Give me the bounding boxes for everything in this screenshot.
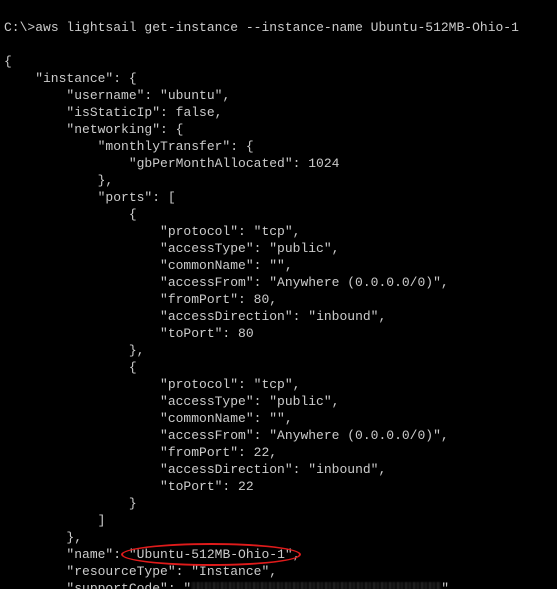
json-line: "accessDirection": "inbound",: [4, 309, 386, 324]
json-line: },: [4, 530, 82, 545]
value-gb-allocated: 1024: [308, 156, 339, 171]
json-line: "gbPerMonthAllocated": 1024: [4, 156, 339, 171]
json-line: "fromPort": 22,: [4, 445, 277, 460]
json-line: "protocol": "tcp",: [4, 377, 300, 392]
terminal-output: C:\>aws lightsail get-instance --instanc…: [0, 0, 557, 589]
value-isStaticIp: false: [176, 105, 215, 120]
value-port1-protocol: tcp: [261, 377, 284, 392]
json-line: "username": "ubuntu",: [4, 88, 230, 103]
value-port0-fromPort: 80: [254, 292, 270, 307]
json-line: "protocol": "tcp",: [4, 224, 300, 239]
json-line: "name": "Ubuntu-512MB-Ohio-1",: [4, 547, 301, 562]
json-line: "accessFrom": "Anywhere (0.0.0.0/0)",: [4, 275, 449, 290]
command-text: aws lightsail get-instance --instance-na…: [35, 20, 519, 35]
value-port1-toPort: 22: [238, 479, 254, 494]
json-line: "instance": {: [4, 71, 137, 86]
prompt: C:\>: [4, 20, 35, 35]
value-port1-accessDirection: inbound: [316, 462, 371, 477]
value-resourceType: Instance: [199, 564, 261, 579]
value-username: ubuntu: [168, 88, 215, 103]
json-line: "isStaticIp": false,: [4, 105, 222, 120]
value-instance-name: Ubuntu-512MB-Ohio-1: [137, 547, 285, 562]
json-line: "accessType": "public",: [4, 241, 339, 256]
value-port0-protocol: tcp: [261, 224, 284, 239]
json-line: "commonName": "",: [4, 411, 293, 426]
highlighted-name: "Ubuntu-512MB-Ohio-1": [129, 546, 293, 563]
json-line: "accessDirection": "inbound",: [4, 462, 386, 477]
value-port1-fromPort: 22: [254, 445, 270, 460]
value-port1-accessType: public: [277, 394, 324, 409]
json-line: "fromPort": 80,: [4, 292, 277, 307]
json-line: "supportCode": "",: [4, 581, 457, 589]
json-line: },: [4, 173, 113, 188]
value-port1-accessFrom: Anywhere (0.0.0.0/0): [277, 428, 433, 443]
json-line: "accessType": "public",: [4, 394, 339, 409]
json-line: }: [4, 496, 137, 511]
json-line: {: [4, 360, 137, 375]
json-line: "networking": {: [4, 122, 183, 137]
value-port0-accessFrom: Anywhere (0.0.0.0/0): [277, 275, 433, 290]
json-line: "toPort": 22: [4, 479, 254, 494]
json-line: "monthlyTransfer": {: [4, 139, 254, 154]
obfuscated-supportcode: [191, 582, 441, 589]
value-port0-accessType: public: [277, 241, 324, 256]
json-line: "resourceType": "Instance",: [4, 564, 277, 579]
json-line: },: [4, 343, 144, 358]
json-line: "commonName": "",: [4, 258, 293, 273]
json-brace-open: {: [4, 54, 12, 69]
json-line: "toPort": 80: [4, 326, 254, 341]
json-line: ]: [4, 513, 105, 528]
json-line: "ports": [: [4, 190, 176, 205]
value-port0-accessDirection: inbound: [316, 309, 371, 324]
value-port0-toPort: 80: [238, 326, 254, 341]
json-line: {: [4, 207, 137, 222]
json-line: "accessFrom": "Anywhere (0.0.0.0/0)",: [4, 428, 449, 443]
